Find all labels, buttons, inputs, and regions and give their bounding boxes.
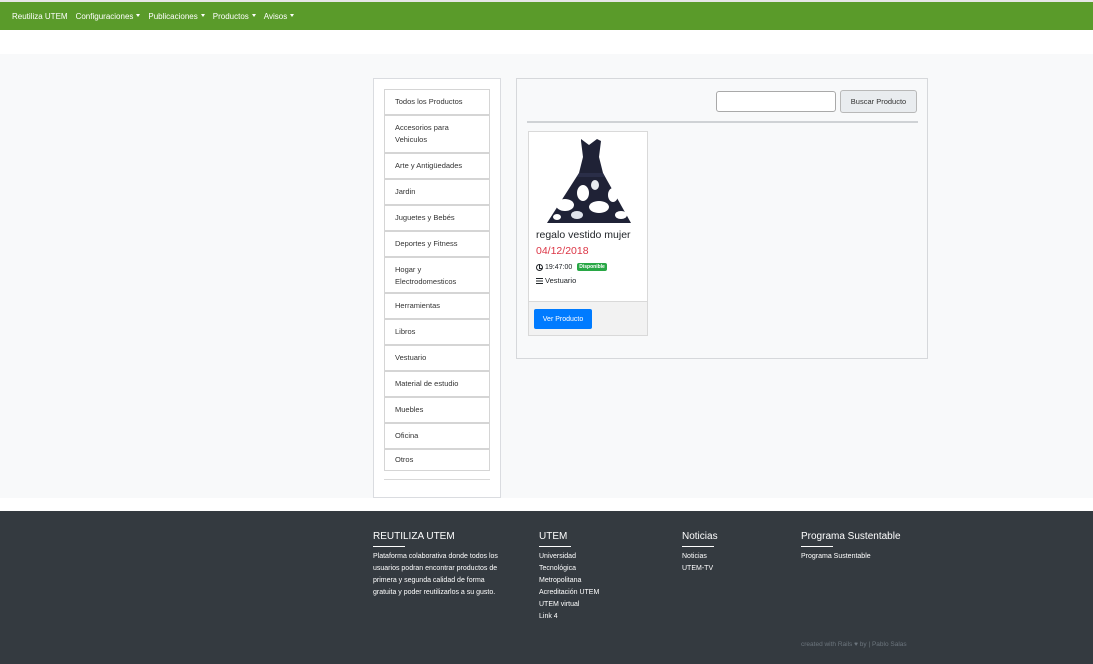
- caret-down-icon: [200, 13, 205, 17]
- product-title: regalo vestido mujer: [536, 229, 631, 241]
- footer-link[interactable]: Link 4: [539, 611, 599, 623]
- nav-item-label: Configuraciones: [75, 11, 134, 21]
- footer-description: Plataforma colaborativa donde todos los …: [373, 553, 498, 596]
- caret-down-icon: [290, 13, 295, 17]
- category-item-otros[interactable]: Otros: [384, 449, 490, 471]
- nav-configuraciones-dropdown[interactable]: Configuraciones: [76, 12, 141, 21]
- view-product-button[interactable]: Ver Producto: [534, 309, 592, 329]
- content-divider: [527, 121, 918, 123]
- category-item-jardin[interactable]: Jardin: [384, 179, 490, 205]
- category-item-hogar[interactable]: Hogar y Electrodomesticos: [384, 257, 490, 293]
- footer-link[interactable]: Programa Sustentable: [801, 551, 901, 563]
- product-card: regalo vestido mujer 04/12/2018 19:47:00…: [528, 131, 648, 336]
- nav-item-label: Avisos: [263, 11, 288, 21]
- category-item-arte[interactable]: Arte y Antigüedades: [384, 153, 490, 179]
- footer-link[interactable]: UTEM virtual: [539, 599, 599, 611]
- category-item-material[interactable]: Material de estudio: [384, 371, 490, 397]
- search-button[interactable]: Buscar Producto: [840, 90, 917, 113]
- products-panel: Buscar Producto regalo vestido mujer 04/…: [516, 78, 928, 359]
- footer-link[interactable]: Metropolitana: [539, 575, 599, 587]
- footer-title-rule: [801, 546, 833, 547]
- footer-title-rule: [373, 546, 405, 547]
- category-item-muebles[interactable]: Muebles: [384, 397, 490, 423]
- footer-link[interactable]: Tecnológica: [539, 563, 599, 575]
- dress-image[interactable]: [543, 135, 635, 225]
- category-item-libros[interactable]: Libros: [384, 319, 490, 345]
- product-time: 19:47:00: [545, 263, 573, 271]
- footer-link[interactable]: Noticias: [682, 551, 718, 563]
- footer-link[interactable]: Acreditación UTEM: [539, 587, 599, 599]
- caret-down-icon: [136, 13, 141, 17]
- nav-avisos-dropdown[interactable]: Avisos: [263, 11, 295, 21]
- footer-title-rule: [682, 546, 714, 547]
- category-item-herramientas[interactable]: Herramientas: [384, 293, 490, 319]
- credit-prefix: created with Rails: [801, 641, 853, 648]
- footer-title: Noticias: [682, 531, 718, 542]
- footer-title: UTEM: [539, 531, 568, 542]
- page-footer: REUTILIZA UTEM Plataforma colaborativa d…: [0, 511, 1093, 664]
- footer-col-sustentable: Programa Sustentable Programa Sustentabl…: [801, 531, 901, 563]
- credit-suffix: by | Pablo Salas: [859, 641, 907, 648]
- category-item-vestuario[interactable]: Vestuario: [384, 345, 490, 371]
- category-item-todos[interactable]: Todos los Productos: [384, 89, 490, 115]
- list-icon: [536, 277, 543, 284]
- product-category-row: Vestuario: [536, 276, 576, 285]
- sidebar-divider: [384, 479, 490, 480]
- footer-col-noticias: Noticias Noticias UTEM-TV: [682, 531, 718, 575]
- category-item-oficina[interactable]: Oficina: [384, 423, 490, 449]
- footer-title: REUTILIZA UTEM: [373, 531, 455, 542]
- card-footer: Ver Producto: [529, 301, 647, 335]
- category-item-juguetes[interactable]: Juguetes y Bebés: [384, 205, 490, 231]
- footer-col-reutiliza: REUTILIZA UTEM Plataforma colaborativa d…: [373, 531, 503, 599]
- caret-down-icon: [251, 13, 256, 17]
- nav-item-label: Productos: [212, 11, 249, 21]
- nav-publicaciones-dropdown[interactable]: Publicaciones: [148, 11, 205, 21]
- nav-productos-dropdown[interactable]: Productos: [213, 12, 256, 21]
- category-item-accesorios[interactable]: Accesorios para Vehiculos: [384, 115, 490, 153]
- product-time-row: 19:47:00 Disponible: [536, 263, 607, 271]
- category-sidebar: Todos los Productos Accesorios para Vehi…: [373, 78, 501, 498]
- footer-link[interactable]: UTEM-TV: [682, 563, 718, 575]
- footer-title-rule: [539, 546, 571, 547]
- clock-icon: [536, 263, 543, 271]
- search-input[interactable]: [716, 91, 836, 112]
- status-badge: Disponible: [577, 263, 607, 271]
- product-category: Vestuario: [545, 276, 577, 285]
- footer-credit: created with Rails ♥ by | Pablo Salas: [801, 641, 907, 648]
- footer-title: Programa Sustentable: [801, 531, 901, 542]
- heart-icon: ♥: [854, 641, 858, 648]
- footer-link[interactable]: Universidad: [539, 551, 599, 563]
- category-item-deportes[interactable]: Deportes y Fitness: [384, 231, 490, 257]
- product-date: 04/12/2018: [536, 245, 589, 257]
- footer-col-utem: UTEM Universidad Tecnológica Metropolita…: [539, 531, 599, 623]
- brand-link[interactable]: Reutiliza UTEM: [12, 12, 68, 21]
- top-navbar: Reutiliza UTEM Configuraciones Publicaci…: [0, 0, 1093, 30]
- nav-item-label: Publicaciones: [148, 11, 198, 21]
